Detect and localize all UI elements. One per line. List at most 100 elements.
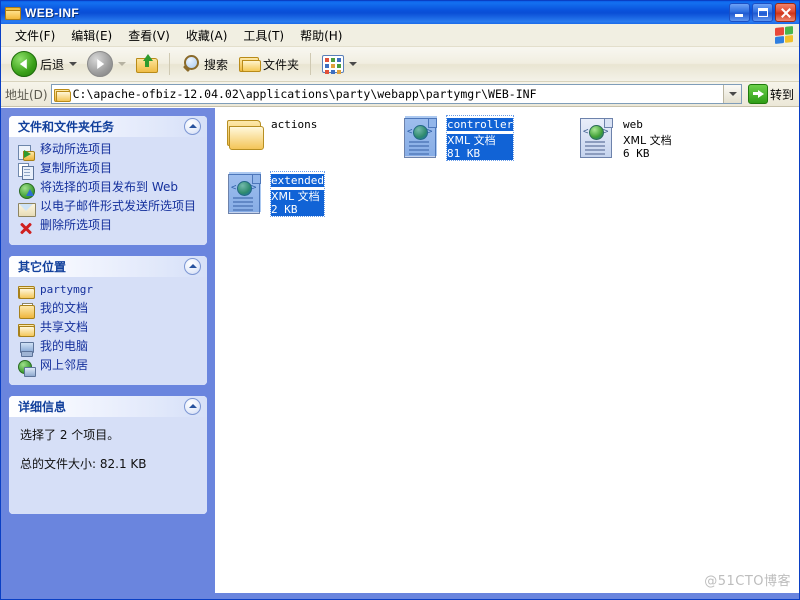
move-items-icon [18,144,35,161]
file-item-web[interactable]: < > web XML 文档 6 KB [571,112,747,168]
folder-icon [18,284,35,300]
network-places-icon [18,360,36,377]
my-documents-icon [18,303,35,319]
task-publish-web[interactable]: 将选择的项目发布到 Web [18,180,201,199]
task-label: 将选择的项目发布到 Web [40,180,178,194]
panel-body-details: 选择了 2 个项目。 总的文件大小: 82.1 KB [9,417,207,514]
chevron-down-icon-forward [118,62,127,66]
maximize-button[interactable] [752,3,773,22]
file-item-actions[interactable]: actions [219,112,395,168]
go-label: 转到 [769,87,794,102]
window-bottom-edge [1,593,799,599]
copy-items-icon [18,163,34,180]
shared-documents-icon [18,322,35,338]
views-icon [322,55,345,74]
watermark: @51CTO博客 [704,574,791,589]
up-button[interactable] [132,52,162,76]
minimize-button[interactable] [729,3,750,22]
folder-icon [225,116,265,160]
my-computer-icon [18,341,34,357]
publish-web-icon [18,182,35,199]
forward-button[interactable] [83,49,130,79]
place-partymgr[interactable]: partymgr [18,282,201,301]
address-label: 地址(D) [5,87,48,102]
file-list-pane[interactable]: actions < > controller XML 文档 81 KB < > … [215,108,799,593]
address-dropdown-button[interactable] [722,85,741,103]
file-size: 2 KB [271,203,324,216]
menu-file[interactable]: 文件(F) [7,25,63,46]
task-delete-items[interactable]: 删除所选项目 [18,218,201,237]
place-network-places[interactable]: 网上邻居 [18,358,201,377]
panel-header-other-places[interactable]: 其它位置 [9,256,207,277]
file-label: controller XML 文档 81 KB [445,115,515,161]
chevron-down-icon[interactable] [69,62,78,66]
panel-title: 其它位置 [18,260,67,274]
back-label: 后退 [40,57,65,72]
sidebar: 文件和文件夹任务 移动所选项目 复制所选项目 将选择的项目发布到 Web 以电子… [1,108,215,593]
up-folder-icon [136,54,159,74]
file-item-controller[interactable]: < > controller XML 文档 81 KB [395,112,571,168]
xml-document-icon: < > [225,172,265,216]
address-bar: 地址(D) C:\apache-ofbiz-12.04.02\applicati… [1,82,799,107]
file-name: actions [271,118,318,131]
views-button[interactable] [318,53,361,75]
place-my-computer[interactable]: 我的电脑 [18,339,201,358]
back-arrow-icon [11,51,37,77]
panel-file-folder-tasks: 文件和文件夹任务 移动所选项目 复制所选项目 将选择的项目发布到 Web 以电子… [9,116,207,245]
panel-details: 详细信息 选择了 2 个项目。 总的文件大小: 82.1 KB [9,396,207,514]
back-button[interactable]: 后退 [7,49,81,79]
folders-icon [238,55,262,73]
chevron-up-icon[interactable] [184,118,201,135]
go-arrow-icon [747,84,768,104]
forward-arrow-icon [87,51,114,77]
task-label: 以电子邮件形式发送所选项目 [40,199,197,213]
file-label: actions [271,116,317,134]
menu-edit[interactable]: 编辑(E) [63,25,120,46]
task-move-items[interactable]: 移动所选项目 [18,142,201,161]
file-type: XML 文档 [623,134,672,147]
file-item-extended[interactable]: < > extended XML 文档 2 KB [219,168,395,224]
title-bar: WEB-INF [1,1,799,24]
window-title: WEB-INF [25,5,80,20]
file-type: XML 文档 [447,134,514,147]
email-items-icon [18,201,36,217]
panel-header-details[interactable]: 详细信息 [9,396,207,417]
chevron-up-icon[interactable] [184,398,201,415]
file-type: XML 文档 [271,190,324,203]
file-label: web XML 文档 6 KB [623,116,672,160]
file-size: 81 KB [447,147,514,160]
panel-header-file-folder-tasks[interactable]: 文件和文件夹任务 [9,116,207,137]
file-size: 6 KB [623,147,650,160]
toolbar-separator [169,53,171,75]
task-label: 复制所选项目 [40,161,113,175]
panel-title: 文件和文件夹任务 [18,120,115,134]
task-email-items[interactable]: 以电子邮件形式发送所选项目 [18,199,201,218]
chevron-up-icon[interactable] [184,258,201,275]
details-selected-count: 选择了 2 个项目。 [20,428,120,442]
toolbar-separator-2 [310,53,312,75]
menu-view[interactable]: 查看(V) [120,25,178,46]
task-copy-items[interactable]: 复制所选项目 [18,161,201,180]
folders-button[interactable]: 文件夹 [234,53,303,75]
place-shared-documents[interactable]: 共享文档 [18,320,201,339]
address-input[interactable]: C:\apache-ofbiz-12.04.02\applications\pa… [50,84,742,104]
window-controls [729,3,796,22]
menu-favorites[interactable]: 收藏(A) [178,25,236,46]
search-button[interactable]: 搜索 [177,52,232,76]
place-label: partymgr [40,283,93,296]
panel-other-places: 其它位置 partymgr 我的文档 共享文档 我的电脑 网上邻居 [9,256,207,385]
go-button[interactable]: 转到 [745,83,797,105]
chevron-down-icon-views[interactable] [349,62,358,66]
folder-icon [5,6,21,20]
place-my-documents[interactable]: 我的文档 [18,301,201,320]
search-label: 搜索 [204,57,229,72]
delete-items-icon [18,220,34,236]
file-grid: actions < > controller XML 文档 81 KB < > … [215,108,799,224]
toolbar: 后退 搜索 文件夹 [1,47,799,82]
menu-tools[interactable]: 工具(T) [235,25,292,46]
explorer-window: WEB-INF 文件(F) 编辑(E) 查看(V) 收藏(A) 工具(T) 帮助… [0,0,800,600]
place-label: 我的电脑 [40,339,89,353]
close-button[interactable] [775,3,796,22]
place-label: 共享文档 [40,320,89,334]
menu-help[interactable]: 帮助(H) [292,25,350,46]
